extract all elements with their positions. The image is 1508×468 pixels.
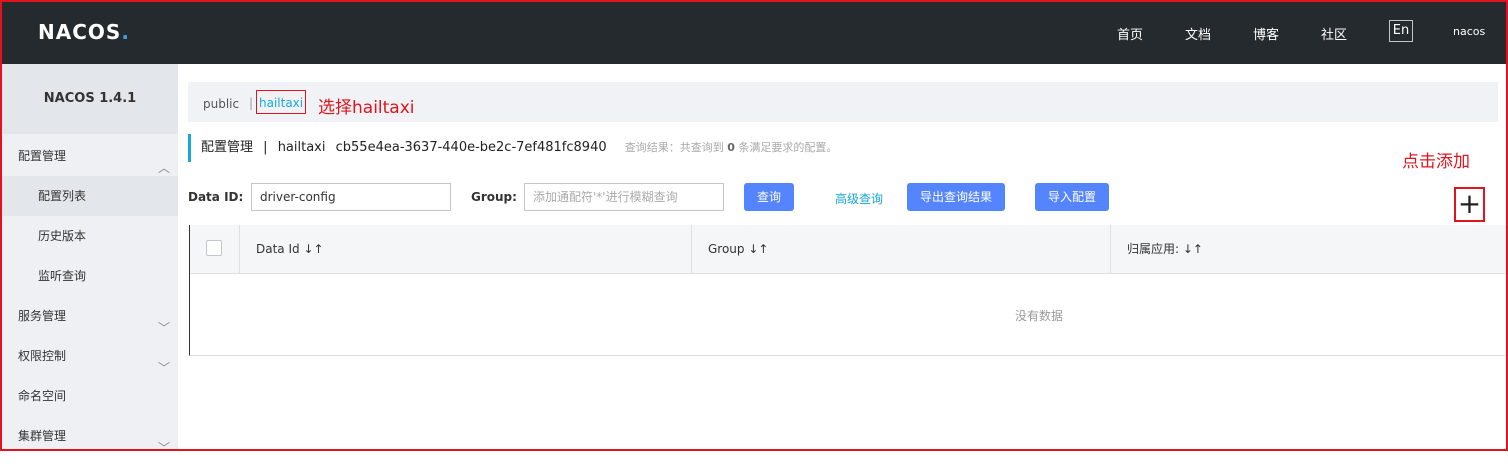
nav-docs-link[interactable]: 文档 <box>1185 24 1211 43</box>
namespace-hailtaxi-link[interactable]: hailtaxi <box>256 90 306 114</box>
sidebar-item-listener-query[interactable]: 监听查询 <box>2 256 178 296</box>
add-config-button[interactable]: + <box>1454 187 1485 222</box>
config-table: Data Id ↓↑ Group ↓↑ 归属应用: ↓↑ 没有数据 <box>189 225 1507 356</box>
nacos-logo[interactable]: NACOS. <box>38 20 130 44</box>
sidebar-item-config-management[interactable]: 配置管理 ︿ <box>2 136 178 176</box>
chevron-down-icon: ﹀ <box>158 441 171 455</box>
empty-table-message: 没有数据 <box>1015 309 1064 323</box>
page-title: 配置管理 | hailtaxi cb55e4ea-3637-440e-be2c-… <box>188 134 837 162</box>
sort-icon[interactable]: ↓↑ <box>303 242 323 256</box>
nav-home-link[interactable]: 首页 <box>1117 24 1143 43</box>
table-header: Data Id ↓↑ Group ↓↑ 归属应用: ↓↑ <box>190 225 1507 274</box>
column-data-id[interactable]: Data Id ↓↑ <box>256 225 324 273</box>
namespace-public-link[interactable]: public <box>203 97 239 111</box>
language-switch-button[interactable]: En <box>1389 20 1413 42</box>
query-result-hint: 查询结果：共查询到 0 条满足要求的配置。 <box>624 141 838 154</box>
sidebar-item-config-list[interactable]: 配置列表 <box>2 176 178 216</box>
annotation-select-text: 选择hailtaxi <box>318 98 415 118</box>
column-app[interactable]: 归属应用: ↓↑ <box>1127 225 1203 273</box>
namespace-separator: | <box>249 96 254 110</box>
sidebar-item-service-management[interactable]: 服务管理 ﹀ <box>2 296 178 336</box>
group-input[interactable]: 添加通配符'*'进行模糊查询 <box>524 183 724 211</box>
sidebar-item-access-control[interactable]: 权限控制 ﹀ <box>2 336 178 376</box>
sort-icon[interactable]: ↓↑ <box>748 242 768 256</box>
section-title: 配置管理 <box>201 140 254 155</box>
import-config-button[interactable]: 导入配置 <box>1035 183 1109 211</box>
export-results-button[interactable]: 导出查询结果 <box>907 183 1005 211</box>
namespace-id: cb55e4ea-3637-440e-be2c-7ef481fc8940 <box>335 140 607 155</box>
plus-icon: + <box>1457 187 1482 220</box>
data-id-label: Data ID: <box>188 190 244 204</box>
query-button[interactable]: 查询 <box>744 183 794 211</box>
sidebar: NACOS 1.4.1 配置管理 ︿ 配置列表 历史版本 监听查询 服务管理 ﹀ 权… <box>2 64 178 455</box>
group-label: Group: <box>471 190 517 204</box>
namespace-name: hailtaxi <box>277 140 326 155</box>
advanced-query-link[interactable]: 高级查询 <box>835 190 883 207</box>
user-menu[interactable]: nacos <box>1453 25 1485 38</box>
column-group[interactable]: Group ↓↑ <box>708 225 768 273</box>
sidebar-version-title: NACOS 1.4.1 <box>2 64 178 134</box>
sidebar-item-history[interactable]: 历史版本 <box>2 216 178 256</box>
sort-icon[interactable]: ↓↑ <box>1183 242 1203 256</box>
nav-community-link[interactable]: 社区 <box>1321 24 1347 43</box>
sidebar-item-cluster-management[interactable]: 集群管理 ﹀ <box>2 416 178 456</box>
sidebar-item-namespace[interactable]: 命名空间 <box>2 376 178 416</box>
annotation-add-text: 点击添加 <box>1402 152 1470 172</box>
nav-blog-link[interactable]: 博客 <box>1253 24 1279 43</box>
select-all-checkbox[interactable] <box>206 240 222 256</box>
top-nav-bar: NACOS. 首页 文档 博客 社区 En nacos <box>2 2 1506 64</box>
data-id-input[interactable]: driver-config <box>251 183 451 211</box>
